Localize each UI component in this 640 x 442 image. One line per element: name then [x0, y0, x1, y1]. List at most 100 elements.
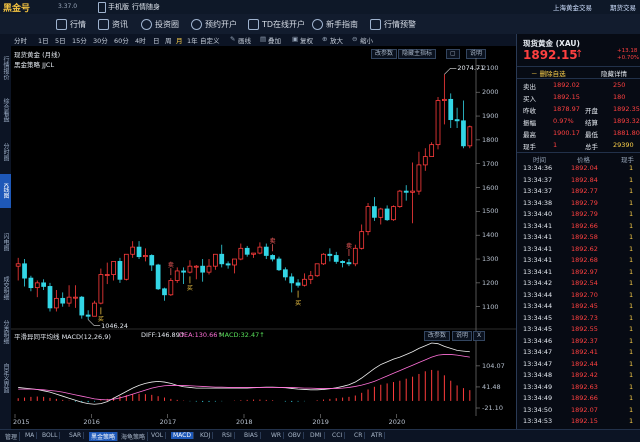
tick-row: 13:34:50 1892.07 1 [517, 405, 640, 415]
follow-label[interactable]: 行情随身 [132, 2, 160, 12]
tab-trade-detail[interactable]: 成交明细 [0, 268, 11, 308]
tab-category-detail[interactable]: 分类明细 [0, 312, 11, 352]
tick-row: 13:34:40 1892.79 1 [517, 209, 640, 219]
quote-cell: 开盘 [585, 107, 598, 115]
indicator-tab[interactable]: 黑金策略 [89, 432, 119, 441]
nav-price-alert[interactable]: 行情预警 [370, 16, 416, 32]
macd-edit-params-button[interactable]: 改参数 [424, 331, 451, 341]
indicator-tab[interactable]: SAR [67, 432, 85, 439]
indicator-tab[interactable]: WR [269, 432, 285, 439]
tab-quote-list[interactable]: 行情报价 [0, 48, 11, 88]
bell-icon [370, 18, 381, 30]
nav-community[interactable]: 投资圈 [141, 16, 179, 32]
indicator-tab[interactable]: BIAS [242, 432, 261, 439]
tf-15m[interactable]: 15分 [72, 35, 87, 45]
tf-custom[interactable]: 自定义 [200, 35, 220, 45]
tick-cell: 1892.07 [571, 405, 598, 414]
indicator-tab[interactable]: 海龟策略 [119, 432, 149, 441]
indicator-tab[interactable]: OBV [286, 432, 304, 439]
overlay-button[interactable]: 叠加 [268, 35, 281, 45]
td-icon [248, 18, 259, 30]
zoom-in-button[interactable]: 放大 [330, 35, 343, 45]
candle-body [333, 255, 339, 262]
nav-beginner-guide[interactable]: 新手指南 [312, 16, 358, 32]
nav-news[interactable]: 资讯 [98, 16, 128, 32]
hide-details-button[interactable]: 隐藏详情 [601, 68, 627, 78]
indicator-tab[interactable]: RSI [220, 432, 235, 439]
phone-version-link[interactable]: 手机版 [108, 2, 129, 12]
overlay-icon[interactable]: ▤ [260, 35, 266, 43]
candle-body [193, 265, 199, 268]
tab-intraday-chart[interactable]: 分时图 [0, 134, 11, 170]
tf-30m[interactable]: 30分 [93, 35, 108, 45]
tab-custom-layout[interactable]: 自定义界面 [0, 356, 11, 400]
macd-series [14, 342, 480, 418]
quote-cell: 昨收 [523, 107, 536, 115]
tick-cell: 1892.41 [571, 348, 598, 356]
tick-list[interactable]: 13:34:36 1892.04 1 13:34:37 1892.84 1 13:34:37… [517, 163, 640, 429]
y-tick-label: 1900 [482, 112, 499, 121]
tick-cell: 1892.58 [571, 233, 598, 241]
candle-body [282, 269, 288, 278]
x-tick-label: 2015 [13, 418, 30, 426]
candle-body [251, 252, 256, 255]
candle-body [308, 275, 314, 280]
adjust-icon[interactable]: ▣ [292, 35, 298, 43]
adjust-button[interactable]: 复权 [300, 35, 313, 45]
tick-cell: 13:34:47 [523, 359, 553, 368]
indicator-tab[interactable]: VOL [149, 432, 167, 439]
tick-header: 时间 价格 现手 [517, 152, 640, 164]
tf-week[interactable]: 周 [165, 35, 172, 45]
tab-overview[interactable]: 综合看盘 [0, 90, 11, 130]
indicator-tab[interactable]: BOLL [40, 432, 61, 439]
zoom-in-icon[interactable]: ⊕ [322, 35, 327, 43]
zoom-out-button[interactable]: 缩小 [360, 35, 373, 45]
zoom-out-icon[interactable]: ⊖ [352, 35, 357, 43]
tab-flash-chart[interactable]: 闪电图 [0, 224, 11, 260]
candle-body [162, 288, 167, 296]
kline-chart-area[interactable]: 现货黄金 (月线) 黑金策略 JJCL 改参数 隐藏主指标 ▢ 说明 2100 … [11, 46, 516, 429]
futures-link[interactable]: 期货交易 [610, 2, 636, 12]
nav-quotes[interactable]: 行情 [56, 16, 86, 32]
candle-body [314, 263, 320, 277]
nav-td-account[interactable]: TD在线开户 [248, 16, 305, 32]
macd-close-button[interactable]: X [473, 331, 486, 341]
indicator-tab[interactable]: CCI [330, 432, 346, 439]
sge-link[interactable]: 上海黄金交易 [553, 2, 592, 12]
candle-body [213, 253, 218, 267]
indicator-tab[interactable]: MA [23, 432, 38, 439]
tf-month[interactable]: 月 [176, 35, 183, 45]
tab-kline-chart[interactable]: K线图 [0, 174, 11, 208]
tf-year[interactable]: 1年 [187, 35, 198, 45]
candle-body [187, 265, 193, 273]
tf-4h[interactable]: 4时 [135, 35, 146, 45]
candle-body [174, 270, 180, 281]
tick-cell: 1892.42 [571, 371, 598, 379]
indicator-tab[interactable]: DMI [308, 432, 325, 439]
tf-1d[interactable]: 1日 [38, 35, 49, 45]
draw-line-button[interactable]: 画线 [238, 35, 251, 45]
tf-intraday[interactable]: 分时 [14, 35, 27, 45]
tf-day[interactable]: 日 [153, 35, 160, 45]
price-change: +13.18 [617, 48, 638, 54]
indicator-tab[interactable]: ATR [369, 432, 386, 439]
candle-body [422, 156, 428, 166]
macd-help-button[interactable]: 说明 [452, 331, 473, 341]
pencil-icon[interactable]: ✎ [230, 35, 235, 43]
tick-cell: 1892.66 [571, 221, 598, 230]
candle-body [270, 255, 275, 260]
remove-watchlist-button[interactable]: － 删除自选 [531, 68, 566, 78]
indicator-tab[interactable]: MACD [171, 432, 194, 439]
indicator-tab[interactable]: 管理 [3, 432, 21, 441]
indicator-tab[interactable]: CR [352, 432, 366, 439]
indicator-tab[interactable]: KDJ [198, 432, 214, 439]
tf-5d[interactable]: 5日 [55, 35, 66, 45]
tick-cell: 13:34:40 [523, 210, 553, 218]
candle-body [295, 282, 301, 286]
tf-60m[interactable]: 60分 [114, 35, 129, 45]
quote-panel: 现货黄金 (XAU) 1892.15 ↑ +13.18 +0.70% － 删除自… [516, 34, 640, 429]
nav-appointment[interactable]: 预约开户 [191, 16, 237, 32]
candle-body [454, 119, 460, 122]
y-tick-label: 1700 [482, 159, 499, 168]
low-annotation: 1046.24 [101, 321, 129, 330]
